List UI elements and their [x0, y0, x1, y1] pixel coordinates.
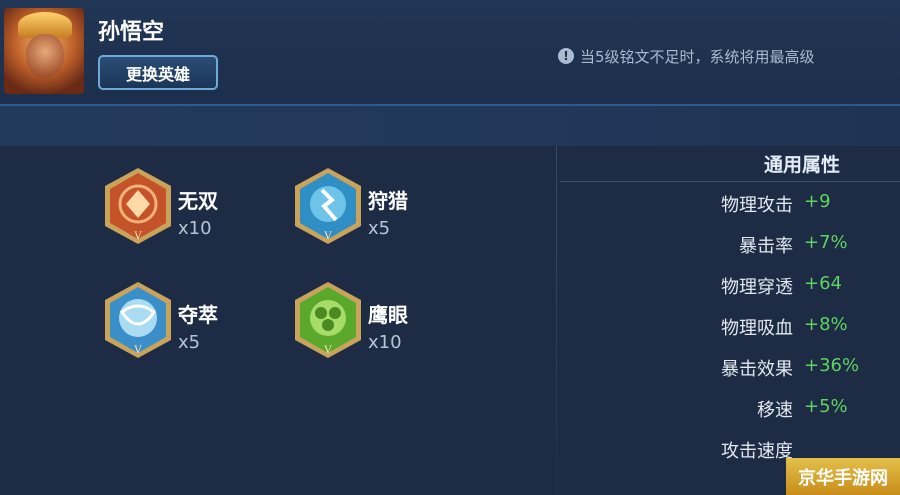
rune-list: V 无双 x10 V 狩猎 x5 V 夺萃 x5 V 鹰眼 x10 [0, 146, 555, 495]
panel-divider [556, 146, 557, 495]
hero-name: 孙悟空 [98, 20, 165, 45]
rune-item-shoulie[interactable]: V 狩猎 x5 [292, 166, 492, 246]
rune-count: x10 [178, 218, 212, 239]
stat-row: 物理攻击 +9 [560, 188, 900, 218]
rune-notice: ! 当5级铭文不足时，系统将用最高级 [558, 44, 900, 68]
rune-name: 狩猎 [368, 189, 408, 213]
rune-name: 无双 [178, 189, 218, 213]
wushuang-rune-icon: V [105, 168, 171, 244]
hero-header: 孙悟空 更换英雄 ! 当5级铭文不足时，系统将用最高级 [0, 0, 900, 106]
stat-value: +8% [804, 314, 848, 335]
stat-label: 移速 [757, 400, 793, 421]
stat-row: 暴击率 +7% [560, 229, 900, 259]
stat-value: +7% [804, 232, 848, 253]
rune-item-duocui[interactable]: V 夺萃 x5 [102, 280, 302, 360]
rune-count: x5 [178, 332, 201, 353]
stat-row: 物理吸血 +8% [560, 311, 900, 341]
avatar-face [26, 34, 64, 78]
rune-name: 鹰眼 [368, 303, 408, 327]
hero-avatar[interactable] [4, 8, 84, 94]
stat-row: 移速 +5% [560, 393, 900, 423]
stat-value: +36% [804, 355, 860, 376]
stat-label: 物理攻击 [721, 195, 793, 216]
svg-text:V: V [323, 345, 332, 356]
stat-label: 物理穿透 [721, 277, 793, 298]
stat-label: 暴击率 [739, 236, 793, 257]
stat-row: 暴击效果 +36% [560, 352, 900, 382]
rune-item-yingyan[interactable]: V 鹰眼 x10 [292, 280, 492, 360]
yingyan-rune-icon: V [295, 282, 361, 358]
rune-count: x5 [368, 218, 391, 239]
stat-value: +9 [804, 191, 831, 212]
rune-notice-text: 当5级铭文不足时，系统将用最高级 [580, 47, 815, 66]
stat-label: 物理吸血 [721, 318, 793, 339]
rune-name: 夺萃 [178, 303, 218, 327]
stat-label: 暴击效果 [721, 359, 793, 380]
svg-text:V: V [133, 231, 142, 242]
info-icon: ! [558, 48, 574, 64]
duocui-rune-icon: V [105, 282, 171, 358]
header-band [0, 106, 900, 146]
change-hero-button[interactable]: 更换英雄 [98, 55, 218, 90]
stat-label: 攻击速度 [721, 441, 793, 462]
stat-value: +64 [804, 273, 842, 294]
stat-row: 物理穿透 +64 [560, 270, 900, 300]
stat-value: +5% [804, 396, 848, 417]
stats-title: 通用属性 [560, 146, 900, 182]
rune-item-wushuang[interactable]: V 无双 x10 [102, 166, 302, 246]
rune-count: x10 [368, 332, 402, 353]
site-watermark: 京华手游网 [786, 458, 900, 495]
shoulie-rune-icon: V [295, 168, 361, 244]
svg-text:V: V [323, 231, 332, 242]
svg-text:V: V [133, 345, 142, 356]
